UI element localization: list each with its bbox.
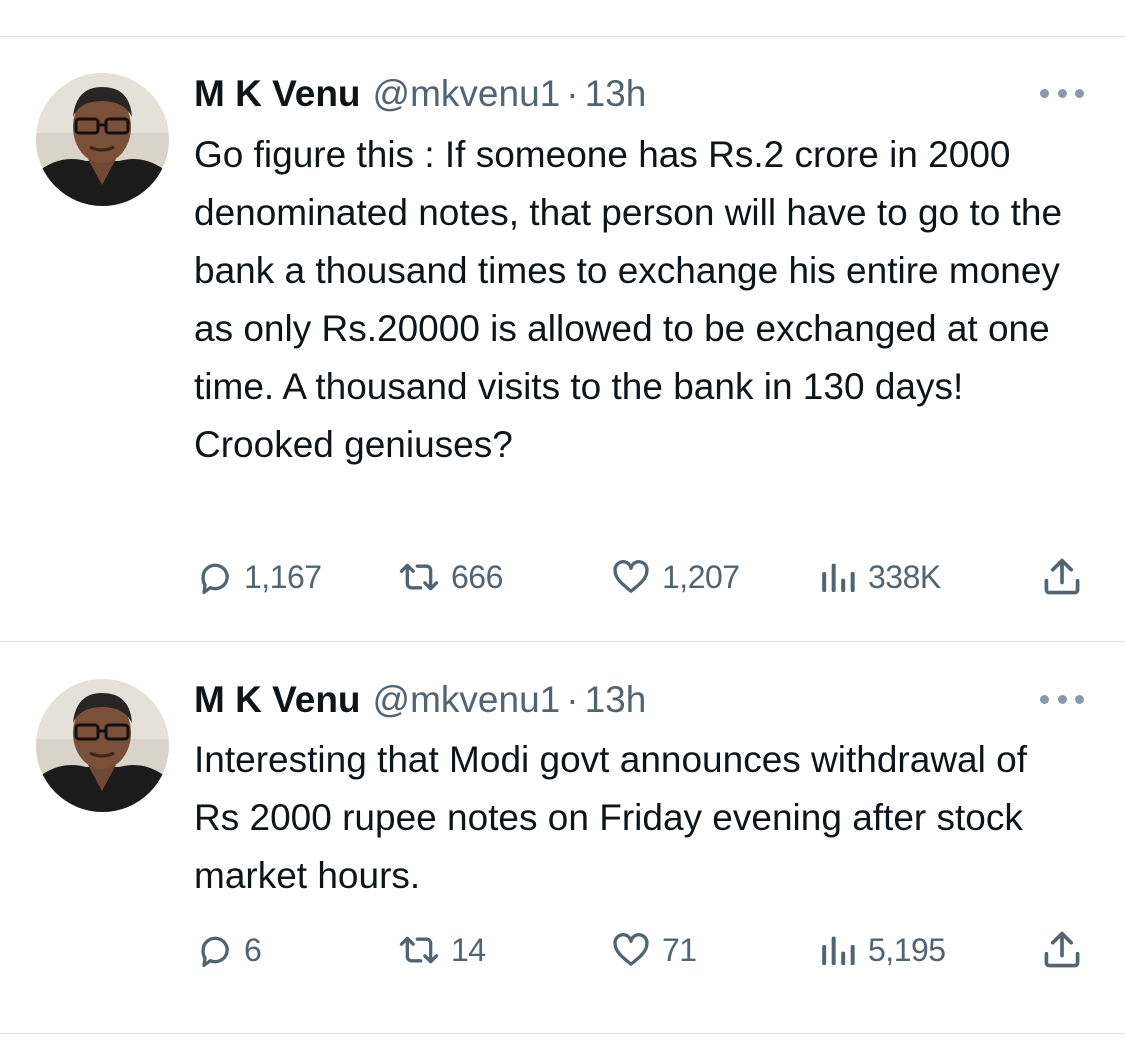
- reply-button[interactable]: 1,167: [194, 553, 322, 601]
- tweet-header: M K Venu @mkvenu1 · 13h: [194, 678, 646, 722]
- share-icon: [1044, 558, 1080, 595]
- reply-icon: [201, 563, 229, 594]
- views-button[interactable]: 5,195: [818, 926, 946, 974]
- tweet-header: M K Venu @mkvenu1 · 13h: [194, 72, 646, 116]
- author-handle[interactable]: @mkvenu1: [373, 678, 561, 722]
- views-count: 338K: [868, 558, 941, 595]
- tweet-text: Go figure this : If someone has Rs.2 cro…: [194, 134, 1063, 465]
- action-bar: 1,167 666 1,207 338K: [0, 553, 1125, 601]
- heart-icon: [613, 933, 649, 966]
- author-name[interactable]: M K Venu: [194, 72, 361, 116]
- avatar-image: [36, 73, 169, 206]
- share-button[interactable]: [1040, 926, 1084, 974]
- more-dots-icon[interactable]: [1040, 83, 1084, 103]
- top-divider: [0, 36, 1125, 37]
- like-count: 1,207: [662, 558, 740, 595]
- reply-button[interactable]: 6: [194, 926, 262, 974]
- retweet-count: 14: [451, 931, 486, 968]
- like-button[interactable]: 71: [610, 926, 697, 974]
- like-button[interactable]: 1,207: [610, 553, 740, 601]
- bottom-divider: [0, 1033, 1125, 1034]
- avatar[interactable]: [36, 73, 169, 206]
- separator-dot: ·: [566, 679, 579, 720]
- views-chart-icon: [822, 563, 855, 592]
- share-icon: [1044, 931, 1080, 968]
- avatar[interactable]: [36, 679, 169, 812]
- reply-count: 1,167: [244, 558, 322, 595]
- share-button[interactable]: [1040, 553, 1084, 601]
- like-count: 71: [662, 931, 697, 968]
- retweet-count: 666: [451, 558, 503, 595]
- heart-icon: [613, 560, 649, 593]
- retweet-button[interactable]: 666: [397, 553, 503, 601]
- author-name[interactable]: M K Venu: [194, 678, 361, 722]
- avatar-image: [36, 679, 169, 812]
- action-bar: 6 14 71 5,195: [0, 926, 1125, 974]
- retweet-icon: [399, 936, 439, 964]
- views-chart-icon: [822, 936, 855, 965]
- timestamp[interactable]: 13h: [585, 678, 647, 722]
- tweet-text: Interesting that Modi govt announces wit…: [194, 739, 1027, 896]
- retweet-button[interactable]: 14: [397, 926, 486, 974]
- views-count: 5,195: [868, 931, 946, 968]
- reply-icon: [201, 936, 229, 967]
- views-button[interactable]: 338K: [818, 553, 941, 601]
- separator-dot: ·: [566, 73, 579, 114]
- tweet-divider: [0, 641, 1125, 642]
- retweet-icon: [399, 563, 439, 591]
- author-handle[interactable]: @mkvenu1: [373, 72, 561, 116]
- reply-count: 6: [244, 931, 262, 968]
- more-dots-icon[interactable]: [1040, 689, 1084, 709]
- timestamp[interactable]: 13h: [585, 72, 647, 116]
